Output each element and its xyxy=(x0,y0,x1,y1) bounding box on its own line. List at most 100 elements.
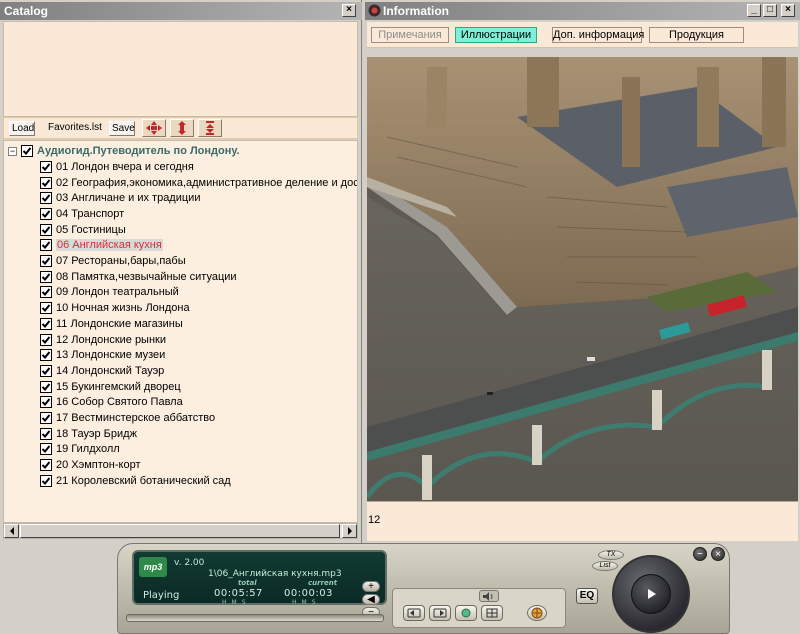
information-close-button[interactable]: × xyxy=(781,4,795,17)
tree-item-label: 08 Памятка,чезвычайные ситуации xyxy=(56,270,237,283)
item-checkbox[interactable] xyxy=(40,474,52,487)
tree-item[interactable]: 10 Ночная жизнь Лондона xyxy=(40,300,190,316)
play-button[interactable] xyxy=(631,574,671,614)
checkmark-icon xyxy=(41,288,51,297)
checkmark-icon xyxy=(22,147,32,155)
checkmark-icon xyxy=(41,398,51,407)
tab-illustrations[interactable]: Иллюстрации xyxy=(455,27,537,43)
tree-item[interactable]: 18 Тауэр Бридж xyxy=(40,426,137,442)
item-checkbox[interactable] xyxy=(40,286,52,299)
checkmark-icon xyxy=(41,241,51,250)
item-checkbox[interactable] xyxy=(40,160,52,173)
information-titlebar[interactable]: Information _ □ × xyxy=(365,2,800,20)
player-version: v. 2.00 xyxy=(174,558,205,568)
item-checkbox[interactable] xyxy=(40,176,52,189)
tree-item-label: 11 Лондонские магазины xyxy=(56,317,183,330)
tab-additional-info[interactable]: Доп. информация xyxy=(552,27,644,43)
repeat-button[interactable] xyxy=(455,605,477,621)
tree-root[interactable]: − Аудиогид.Путеводитель по Лондону. xyxy=(8,143,240,159)
tree-item-label: 18 Тауэр Бридж xyxy=(56,427,137,440)
tree-item[interactable]: 01 Лондон вчера и сегодня xyxy=(40,159,194,175)
tree-item[interactable]: 07 Рестораны,бары,пабы xyxy=(40,253,186,269)
grid-icon xyxy=(486,608,498,618)
item-checkbox[interactable] xyxy=(40,223,52,236)
catalog-titlebar[interactable]: Catalog × xyxy=(0,2,362,20)
save-button[interactable]: Save xyxy=(109,121,135,136)
mp3-logo-icon: mp3 xyxy=(139,557,167,577)
tree-item[interactable]: 16 Собор Святого Павла xyxy=(40,395,183,411)
item-checkbox[interactable] xyxy=(40,302,52,315)
tree-item[interactable]: 15 Букингемский дворец xyxy=(40,379,181,395)
tree-item[interactable]: 11 Лондонские магазины xyxy=(40,316,183,332)
item-checkbox[interactable] xyxy=(40,427,52,440)
item-checkbox[interactable] xyxy=(40,443,52,456)
info-tab-bar: Примечания Иллюстрации Доп. информация П… xyxy=(367,22,798,48)
load-button[interactable]: Load xyxy=(9,121,35,136)
tree-item[interactable]: 21 Королевский ботанический сад xyxy=(40,473,231,489)
collapse-icon[interactable]: − xyxy=(8,146,17,156)
tab-notes[interactable]: Примечания xyxy=(371,27,449,43)
current-time-label: current xyxy=(308,579,338,587)
tree-item[interactable]: 19 Гилдхолл xyxy=(40,442,120,458)
tree-item[interactable]: 09 Лондон театральный xyxy=(40,285,179,301)
tree-item[interactable]: 03 Англичане и их традиции xyxy=(40,190,200,206)
up-down-arrows-icon xyxy=(178,121,186,135)
item-checkbox[interactable] xyxy=(40,412,52,425)
next-track-button[interactable] xyxy=(429,605,451,621)
equalizer-button[interactable]: EQ xyxy=(576,588,598,604)
list-button[interactable]: List xyxy=(592,561,618,571)
catalog-close-button[interactable]: × xyxy=(342,4,356,17)
item-checkbox[interactable] xyxy=(40,207,52,220)
seek-bar[interactable] xyxy=(126,614,384,622)
item-checkbox[interactable] xyxy=(40,380,52,393)
item-checkbox[interactable] xyxy=(40,396,52,409)
tree-item[interactable]: 05 Гостиницы xyxy=(40,222,126,238)
item-checkbox[interactable] xyxy=(40,333,52,346)
previous-track-button[interactable] xyxy=(403,605,425,621)
player-minimize-button[interactable]: − xyxy=(693,547,707,561)
tree-item[interactable]: 17 Вестминстерское аббатство xyxy=(40,410,215,426)
tx-button[interactable]: TX xyxy=(598,550,624,560)
tree-item[interactable]: 04 Транспорт xyxy=(40,206,124,222)
scroll-thumb[interactable] xyxy=(20,524,340,538)
item-checkbox[interactable] xyxy=(40,349,52,362)
information-minimize-button[interactable]: _ xyxy=(747,4,761,17)
tree-item[interactable]: 14 Лондонский Тауэр xyxy=(40,363,164,379)
item-checkbox[interactable] xyxy=(40,270,52,283)
move-all-button[interactable] xyxy=(142,119,166,137)
control-wheel[interactable] xyxy=(612,555,690,633)
catalog-horizontal-scrollbar[interactable] xyxy=(3,523,358,539)
tree-item[interactable]: 06 Английская кухня xyxy=(40,238,163,254)
favorites-file-label: Favorites.lst xyxy=(48,122,102,133)
information-maximize-button[interactable]: □ xyxy=(763,4,777,17)
arrow-right-icon xyxy=(347,527,352,535)
item-checkbox[interactable] xyxy=(40,255,52,268)
scroll-left-button[interactable] xyxy=(4,524,19,538)
arrow-left-icon xyxy=(9,527,14,535)
root-checkbox[interactable] xyxy=(21,145,33,157)
speaker-button[interactable] xyxy=(479,590,499,602)
volume-up-button[interactable]: + xyxy=(362,581,380,592)
web-button[interactable] xyxy=(527,605,547,621)
player-close-button[interactable]: × xyxy=(711,547,725,561)
checkmark-icon xyxy=(41,445,51,454)
tab-products[interactable]: Продукция xyxy=(649,27,744,43)
tree-item[interactable]: 20 Хэмптон-корт xyxy=(40,457,141,473)
tree-item-label: 04 Транспорт xyxy=(56,207,125,220)
playlist-button[interactable] xyxy=(481,605,503,621)
illustration-image xyxy=(367,57,798,501)
tree-item[interactable]: 12 Лондонские рынки xyxy=(40,332,166,348)
item-checkbox[interactable] xyxy=(40,317,52,330)
tree-item[interactable]: 02 География,экономика,административное … xyxy=(40,175,357,191)
item-checkbox[interactable] xyxy=(40,239,52,252)
scroll-right-button[interactable] xyxy=(342,524,357,538)
move-to-bottom-button[interactable] xyxy=(198,119,222,137)
checkmark-icon xyxy=(41,226,51,234)
mute-button[interactable]: ◀ xyxy=(362,594,380,605)
item-checkbox[interactable] xyxy=(40,192,52,205)
move-up-down-button[interactable] xyxy=(170,119,194,137)
item-checkbox[interactable] xyxy=(40,364,52,377)
item-checkbox[interactable] xyxy=(40,459,52,472)
tree-item[interactable]: 08 Памятка,чезвычайные ситуации xyxy=(40,269,237,285)
tree-item[interactable]: 13 Лондонские музеи xyxy=(40,347,165,363)
